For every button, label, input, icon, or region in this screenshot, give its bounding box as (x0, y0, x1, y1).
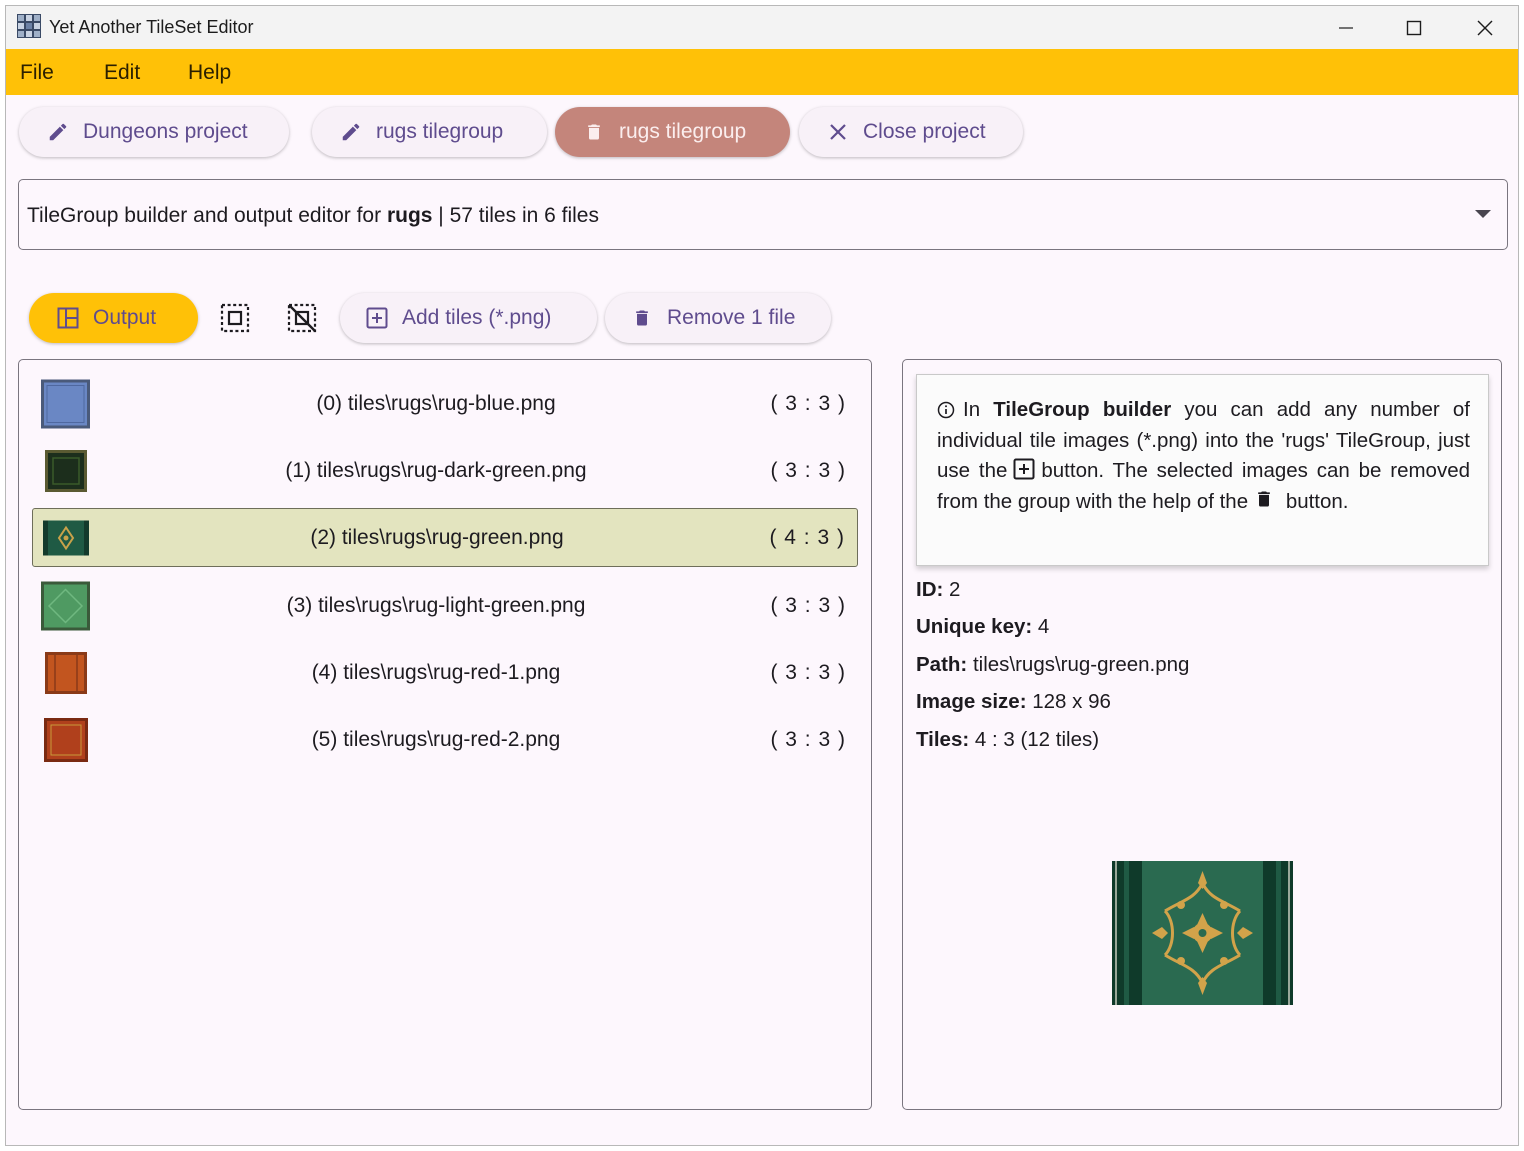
minimize-button[interactable] (1311, 6, 1381, 49)
tile-ratio: ( 3 : 3 ) (770, 391, 846, 415)
detail-key-value: 4 (1032, 615, 1050, 638)
selector-group-name: rugs (386, 204, 433, 227)
detail-size-value: 128 x 96 (1026, 690, 1111, 713)
rug-green-preview-image (1112, 861, 1293, 1005)
file-name: (5) tiles\rugs\rug-red-2.png (311, 727, 561, 751)
select-all-button[interactable] (217, 300, 253, 336)
close-window-button[interactable] (1450, 6, 1518, 49)
tilegroup-selector[interactable]: TileGroup builder and output editor for … (18, 179, 1508, 250)
file-name: (1) tiles\rugs\rug-dark-green.png (285, 458, 587, 482)
edit-rugs-tilegroup-button[interactable]: rugs tilegroup (312, 107, 547, 157)
detail-path-label: Path: (916, 653, 968, 676)
file-name: (3) tiles\rugs\rug-light-green.png (286, 593, 586, 617)
info-text-5: button. (1285, 489, 1349, 513)
file-row[interactable]: (4) tiles\rugs\rug-red-1.png ( 3 : 3 ) (32, 643, 858, 702)
detail-id: ID: 2 (916, 578, 960, 602)
output-layout-icon (55, 305, 81, 331)
deselect-icon (287, 303, 317, 333)
close-x-icon (825, 119, 851, 145)
tile-ratio: ( 4 : 3 ) (769, 525, 845, 549)
pencil-icon (45, 119, 71, 145)
info-icon (937, 401, 955, 419)
add-box-icon (1013, 458, 1035, 480)
info-text-1: In (963, 398, 994, 421)
pencil-icon (338, 119, 364, 145)
remove-label: Remove 1 file (667, 306, 796, 329)
output-button[interactable]: Output (29, 293, 198, 343)
info-text-2: TileGroup builder (993, 398, 1172, 421)
maximize-icon (1406, 20, 1422, 35)
detail-unique-key: Unique key: 4 (916, 615, 1049, 639)
detail-tiles-label: Tiles: (916, 728, 970, 751)
title-bar: Yet Another TileSet Editor (6, 6, 1518, 49)
trash-icon (629, 305, 655, 331)
selector-prefix: TileGroup builder and output editor for (27, 204, 387, 227)
button-label: Dungeons project (83, 120, 248, 143)
menu-edit[interactable]: Edit (104, 61, 140, 85)
close-project-button[interactable]: Close project (799, 107, 1023, 157)
menu-bar: File Edit Help (6, 49, 1518, 95)
add-box-icon (364, 305, 390, 331)
tile-ratio: ( 3 : 3 ) (770, 458, 846, 482)
tile-ratio: ( 3 : 3 ) (770, 660, 846, 684)
menu-file[interactable]: File (20, 61, 54, 85)
trash-icon (1258, 491, 1270, 506)
minimize-icon (1339, 26, 1353, 29)
details-panel: In TileGroup builder you can add any num… (902, 359, 1502, 1110)
menu-help[interactable]: Help (188, 61, 231, 85)
detail-path-value: tiles\rugs\rug-green.png (967, 653, 1190, 676)
output-label: Output (93, 306, 157, 329)
window-title: Yet Another TileSet Editor (49, 17, 254, 37)
trash-icon (581, 119, 607, 145)
detail-key-label: Unique key: (916, 615, 1033, 638)
maximize-button[interactable] (1379, 6, 1449, 49)
app-logo-icon (17, 14, 41, 38)
detail-tiles: Tiles: 4 : 3 (12 tiles) (916, 728, 1099, 752)
remove-file-button[interactable]: Remove 1 file (605, 293, 831, 343)
detail-image-size: Image size: 128 x 96 (916, 690, 1111, 714)
info-card: In TileGroup builder you can add any num… (916, 374, 1489, 566)
file-row[interactable]: (3) tiles\rugs\rug-light-green.png ( 3 :… (32, 576, 858, 635)
add-tiles-label: Add tiles (*.png) (402, 306, 552, 329)
detail-size-label: Image size: (916, 690, 1027, 713)
detail-tiles-value: 4 : 3 (12 tiles) (969, 728, 1100, 751)
selector-text: TileGroup builder and output editor for … (27, 204, 599, 228)
button-label: rugs tilegroup (376, 120, 504, 143)
select-all-icon (220, 303, 250, 333)
close-icon (1477, 20, 1493, 35)
file-row-selected[interactable]: (2) tiles\rugs\rug-green.png ( 4 : 3 ) (32, 508, 858, 567)
deselect-button[interactable] (284, 300, 320, 336)
tile-ratio: ( 3 : 3 ) (770, 593, 846, 617)
file-row[interactable]: (0) tiles\rugs\rug-blue.png ( 3 : 3 ) (32, 374, 858, 433)
tile-ratio: ( 3 : 3 ) (770, 727, 846, 751)
detail-id-label: ID: (916, 578, 944, 601)
detail-path: Path: tiles\rugs\rug-green.png (916, 653, 1189, 677)
file-row[interactable]: (5) tiles\rugs\rug-red-2.png ( 3 : 3 ) (32, 710, 858, 769)
file-name: (4) tiles\rugs\rug-red-1.png (311, 660, 561, 684)
file-name: (2) tiles\rugs\rug-green.png (310, 525, 564, 549)
button-label: Close project (863, 120, 986, 143)
add-tiles-button[interactable]: Add tiles (*.png) (340, 293, 597, 343)
detail-id-value: 2 (943, 578, 961, 601)
selector-summary: | 57 tiles in 6 files (432, 204, 599, 227)
button-label: rugs tilegroup (619, 120, 747, 143)
file-list-panel: (0) tiles\rugs\rug-blue.png ( 3 : 3 ) (1… (18, 359, 872, 1110)
file-row[interactable]: (1) tiles\rugs\rug-dark-green.png ( 3 : … (32, 441, 858, 500)
delete-rugs-tilegroup-button[interactable]: rugs tilegroup (555, 107, 790, 157)
dropdown-arrow-icon (1475, 210, 1491, 218)
app-window: Yet Another TileSet Editor File Edit Hel… (5, 5, 1519, 1146)
file-name: (0) tiles\rugs\rug-blue.png (316, 391, 556, 415)
edit-dungeons-project-button[interactable]: Dungeons project (19, 107, 289, 157)
